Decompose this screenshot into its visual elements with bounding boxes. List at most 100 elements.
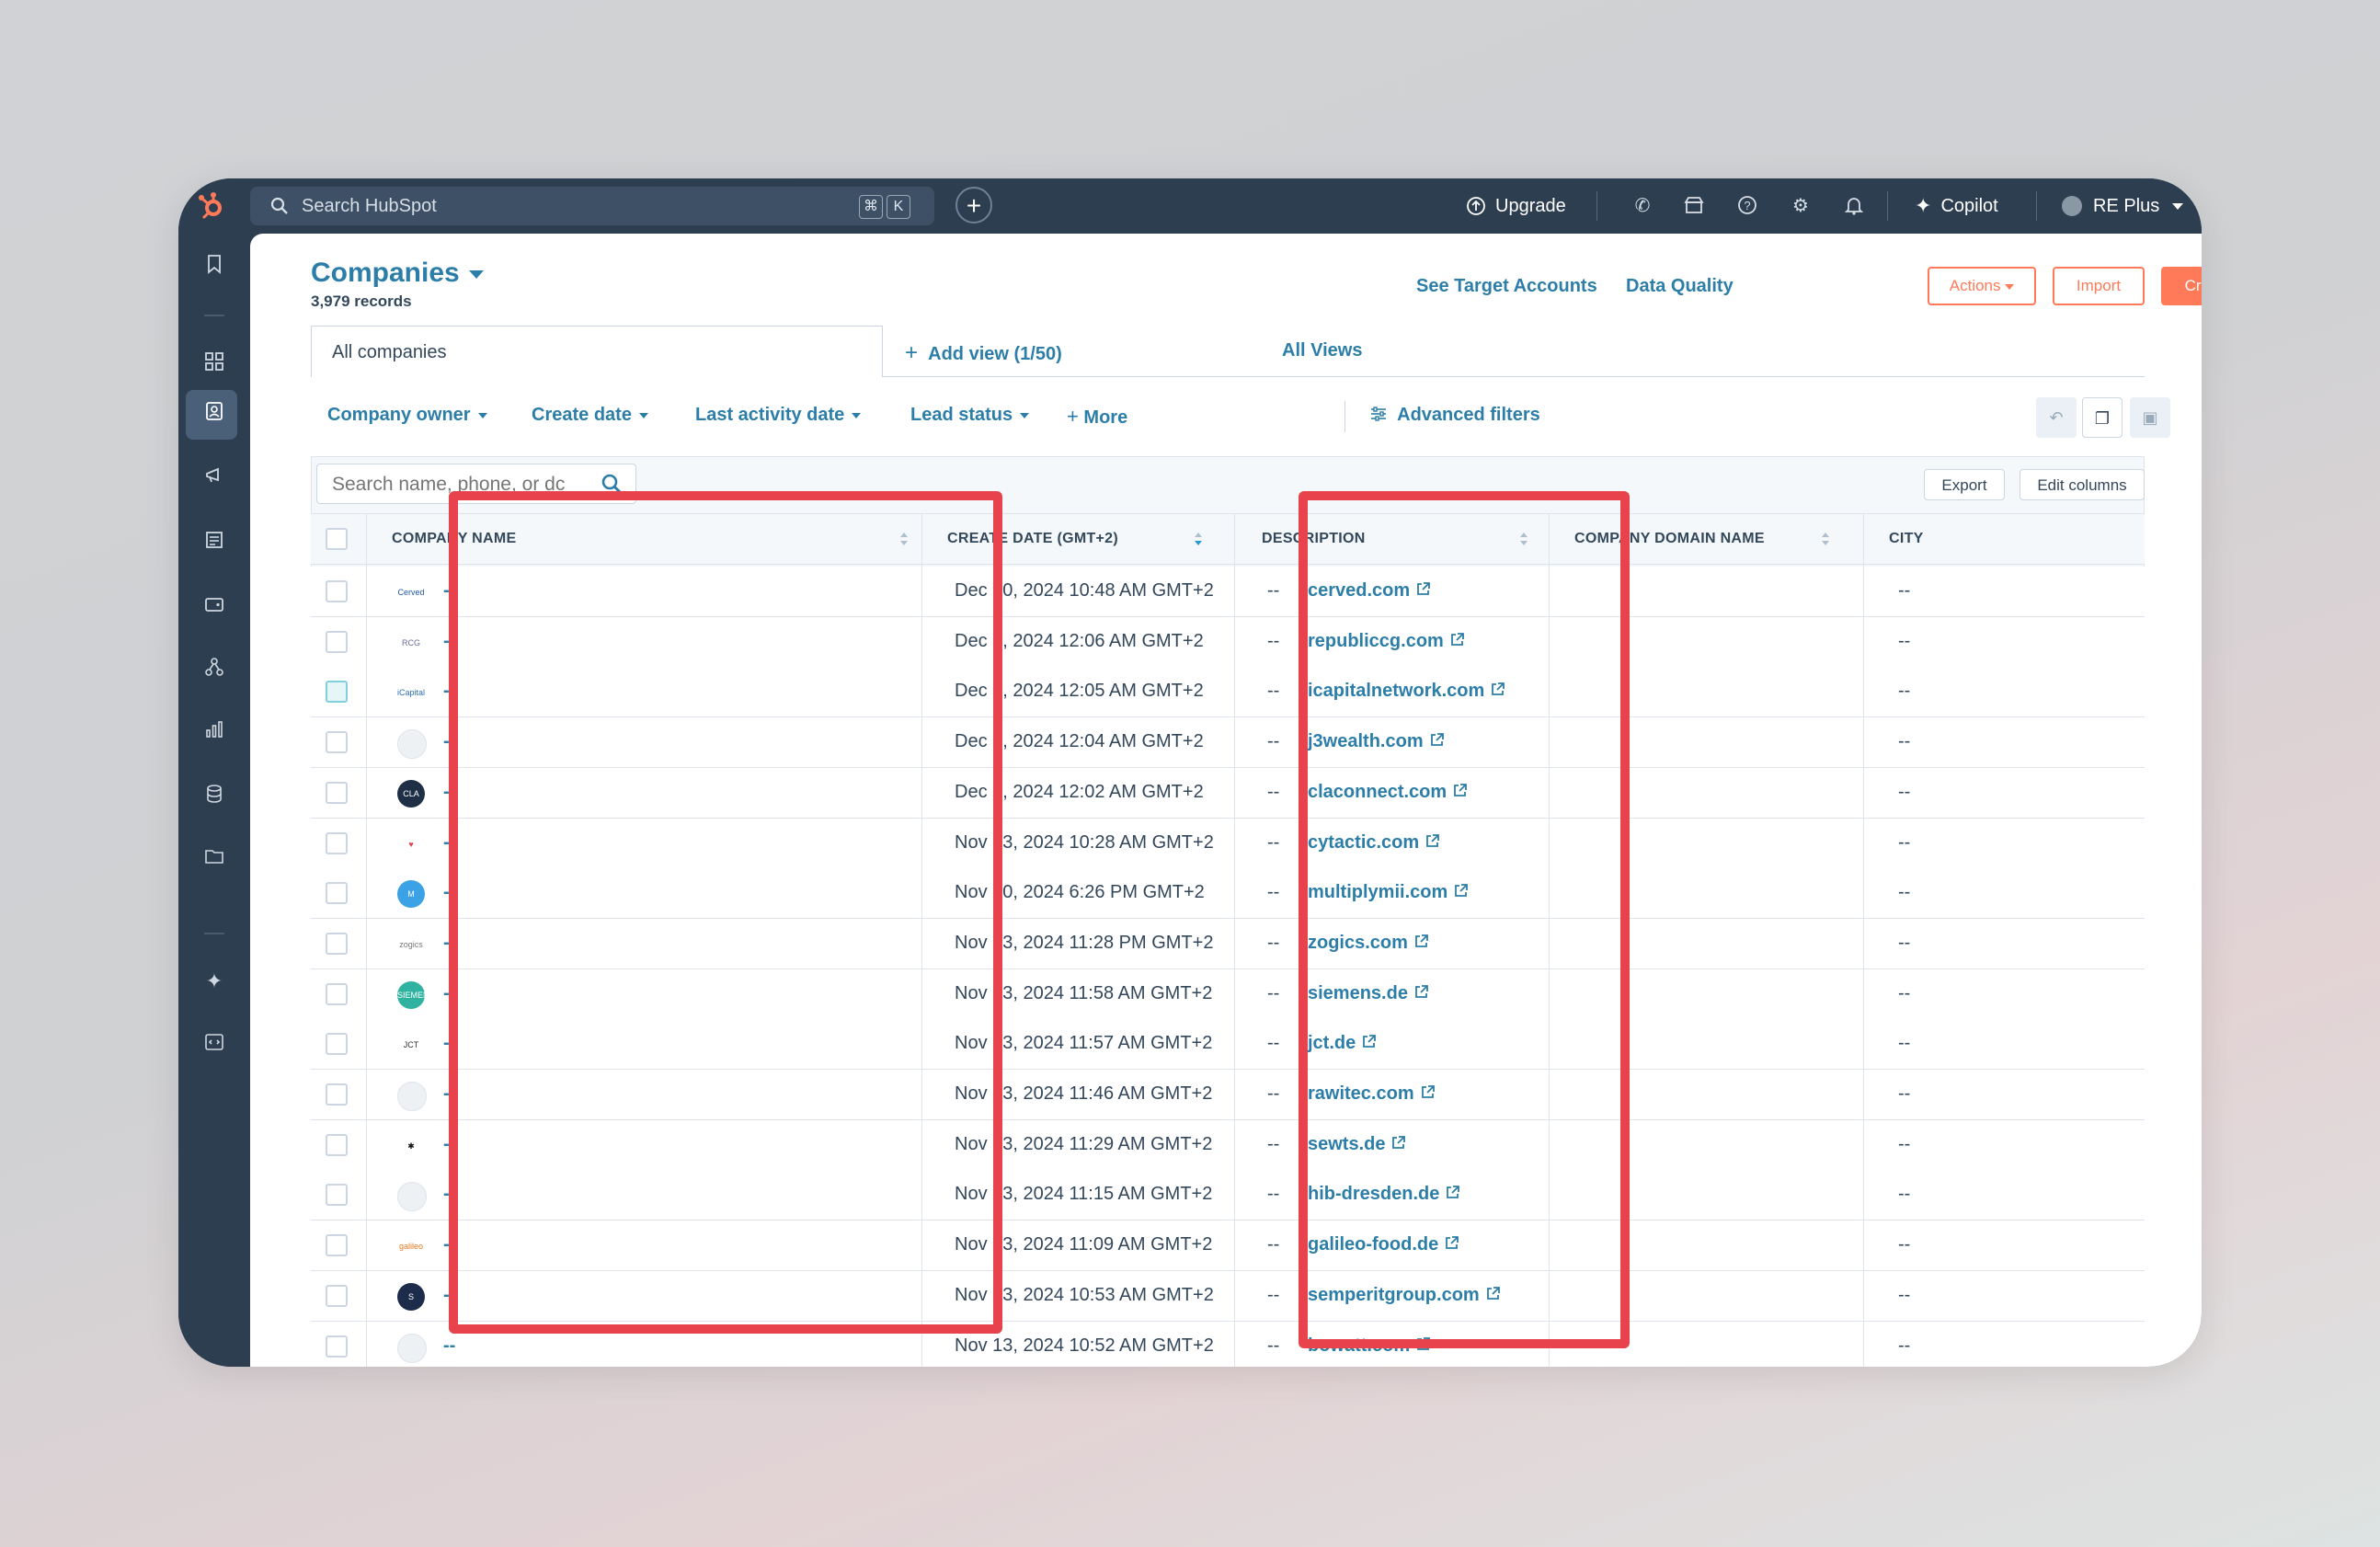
domain-link[interactable]: zogics.com: [1308, 933, 1429, 954]
company-name-link[interactable]: --: [443, 1083, 455, 1105]
external-link-icon[interactable]: [1449, 632, 1465, 647]
external-link-icon[interactable]: [1413, 984, 1429, 1000]
filter-lead-status[interactable]: Lead status: [910, 405, 1030, 426]
row-checkbox[interactable]: [326, 1234, 348, 1257]
more-filters-button[interactable]: + More: [1067, 405, 1127, 429]
company-name-link[interactable]: --: [443, 631, 455, 652]
table-row[interactable]: galileo -- Nov 13, 2024 11:09 AM GMT+2 -- ga…: [311, 1220, 2145, 1272]
table-search-field[interactable]: [316, 464, 636, 504]
external-link-icon[interactable]: [1413, 934, 1429, 949]
table-row[interactable]: CLA -- Dec 6, 2024 12:02 AM GMT+2 -- claconn…: [311, 767, 2145, 819]
table-row[interactable]: -- Nov 13, 2024 10:52 AM GMT+2 -- bowatt.co…: [311, 1321, 2145, 1367]
filter-last-activity-date[interactable]: Last activity date: [695, 405, 862, 426]
domain-link[interactable]: sewts.de: [1308, 1134, 1406, 1155]
external-link-icon[interactable]: [1420, 1084, 1436, 1100]
row-checkbox[interactable]: [326, 932, 348, 955]
row-checkbox[interactable]: [326, 1184, 348, 1207]
create-new-button[interactable]: +: [955, 187, 992, 223]
table-row[interactable]: -- Nov 13, 2024 11:46 AM GMT+2 -- rawitec.c…: [311, 1070, 2145, 1120]
row-checkbox[interactable]: [326, 1133, 348, 1156]
automation-workflow-icon[interactable]: [199, 655, 230, 686]
marketplace-icon[interactable]: [1683, 195, 1705, 217]
bookmark-icon[interactable]: [199, 252, 230, 283]
row-checkbox[interactable]: [326, 731, 348, 754]
marketing-megaphone-icon[interactable]: [199, 464, 230, 495]
save-view-icon[interactable]: ▣: [2130, 397, 2170, 438]
actions-button[interactable]: Actions: [1928, 267, 2036, 305]
sort-descending-icon[interactable]: [1194, 531, 1203, 547]
table-row[interactable]: Cerved -- Dec 10, 2024 10:48 AM GMT+2 -- cer…: [311, 567, 2145, 617]
undo-icon[interactable]: ↶: [2036, 397, 2077, 438]
external-link-icon[interactable]: [1415, 581, 1431, 597]
external-link-icon[interactable]: [1444, 1235, 1459, 1251]
table-row[interactable]: M -- Nov 20, 2024 6:26 PM GMT+2 -- multiplym…: [311, 868, 2145, 920]
table-search-input[interactable]: [330, 473, 601, 497]
company-name-link[interactable]: --: [443, 882, 455, 903]
settings-gear-icon[interactable]: ⚙: [1790, 195, 1812, 217]
table-row[interactable]: iCapital -- Dec 6, 2024 12:05 AM GMT+2 -- ic…: [311, 667, 2145, 718]
data-quality-link[interactable]: Data Quality: [1626, 276, 1734, 297]
copilot-button[interactable]: ✦ Copilot: [1915, 191, 1998, 221]
sort-icon[interactable]: [1821, 531, 1830, 547]
company-name-link[interactable]: --: [443, 1184, 455, 1205]
company-name-link[interactable]: --: [443, 1285, 455, 1306]
row-checkbox[interactable]: [326, 580, 348, 602]
table-row[interactable]: SIEMENS -- Nov 13, 2024 11:58 AM GMT+2 -- si…: [311, 968, 2145, 1020]
edit-columns-button[interactable]: Edit columns: [2020, 469, 2145, 500]
table-row[interactable]: RCG -- Dec 6, 2024 12:06 AM GMT+2 -- republi…: [311, 616, 2145, 668]
external-link-icon[interactable]: [1361, 1034, 1377, 1049]
company-name-link[interactable]: --: [443, 681, 455, 702]
domain-link[interactable]: republiccg.com: [1308, 631, 1465, 652]
table-row[interactable]: -- Nov 13, 2024 11:15 AM GMT+2 -- hib-dresd…: [311, 1170, 2145, 1221]
page-title[interactable]: Companies: [311, 258, 484, 289]
tab-all-companies[interactable]: All companies: [311, 326, 883, 377]
external-link-icon[interactable]: [1490, 682, 1505, 697]
all-views-link[interactable]: All Views: [1282, 340, 1362, 361]
breeze-sparkle-icon[interactable]: ✦: [199, 966, 230, 997]
sort-icon[interactable]: [899, 531, 909, 547]
company-name-link[interactable]: --: [443, 933, 455, 954]
domain-link[interactable]: cytactic.com: [1308, 832, 1440, 854]
hubspot-logo-icon[interactable]: [195, 189, 228, 223]
table-row[interactable]: S -- Nov 13, 2024 10:53 AM GMT+2 -- semperit…: [311, 1270, 2145, 1322]
row-checkbox[interactable]: [326, 1335, 348, 1358]
company-name-link[interactable]: --: [443, 1033, 455, 1054]
domain-link[interactable]: siemens.de: [1308, 983, 1429, 1004]
filter-company-owner[interactable]: Company owner: [327, 405, 487, 426]
sort-icon[interactable]: [1519, 531, 1528, 547]
row-checkbox[interactable]: [326, 982, 348, 1005]
workspaces-grid-icon[interactable]: [199, 350, 230, 381]
external-link-icon[interactable]: [1485, 1286, 1501, 1301]
table-row[interactable]: ♥ -- Nov 23, 2024 10:28 AM GMT+2 -- cytactic…: [311, 818, 2145, 869]
filter-create-date[interactable]: Create date: [532, 405, 648, 426]
company-name-link[interactable]: --: [443, 832, 455, 854]
developer-code-icon[interactable]: [199, 1030, 230, 1061]
import-button[interactable]: Import: [2053, 267, 2145, 305]
column-header-domain[interactable]: COMPANY DOMAIN NAME: [1574, 514, 1765, 564]
row-checkbox[interactable]: [326, 781, 348, 804]
export-button[interactable]: Export: [1924, 469, 2005, 500]
table-row[interactable]: -- Dec 6, 2024 12:04 AM GMT+2 -- j3wealth.c…: [311, 717, 2145, 769]
add-view-button[interactable]: + Add view (1/50): [905, 340, 1062, 366]
create-company-button[interactable]: Create company: [2161, 267, 2202, 305]
table-row[interactable]: JCT -- Nov 13, 2024 11:57 AM GMT+2 -- jct.de…: [311, 1019, 2145, 1071]
domain-link[interactable]: semperitgroup.com: [1308, 1285, 1501, 1306]
library-folder-icon[interactable]: [199, 844, 230, 876]
row-checkbox[interactable]: [326, 1284, 348, 1307]
column-header-company-name[interactable]: COMPANY NAME: [392, 514, 516, 564]
external-link-icon[interactable]: [1429, 732, 1445, 748]
advanced-filters-button[interactable]: Advanced filters: [1370, 405, 1540, 426]
domain-link[interactable]: hib-dresden.de: [1308, 1184, 1460, 1205]
company-name-link[interactable]: --: [443, 1335, 455, 1357]
domain-link[interactable]: bowatt.com: [1308, 1335, 1431, 1357]
account-menu[interactable]: RE Plus: [2062, 191, 2184, 221]
data-database-icon[interactable]: [199, 782, 230, 813]
company-name-link[interactable]: --: [443, 731, 455, 752]
select-all-checkbox[interactable]: [326, 528, 348, 550]
company-name-link[interactable]: --: [443, 782, 455, 803]
domain-link[interactable]: multiplymii.com: [1308, 882, 1469, 903]
row-checkbox[interactable]: [326, 831, 348, 854]
company-name-link[interactable]: --: [443, 1134, 455, 1155]
phone-icon[interactable]: ✆: [1631, 195, 1653, 217]
column-header-city[interactable]: CITY: [1889, 514, 1924, 564]
